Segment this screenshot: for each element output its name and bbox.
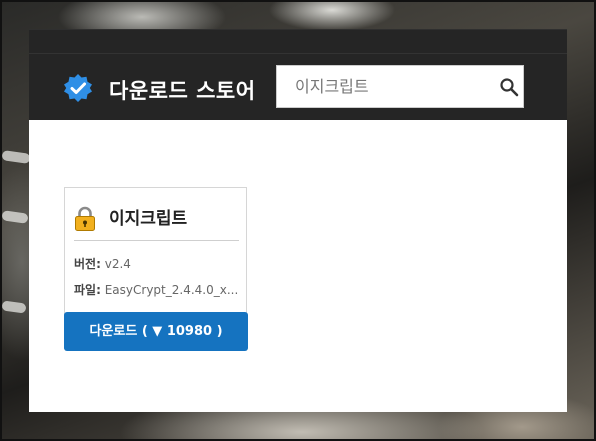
file-value: EasyCrypt_2.4.4.0_x... [104,283,239,297]
download-button[interactable]: 다운로드 ( ▼ 10980 ) [64,312,248,351]
version-value: v2.4 [104,257,131,271]
search-input[interactable] [277,66,487,107]
card-divider [74,240,239,241]
header-bar: 다운로드 스토어 [29,29,567,120]
header-divider [29,53,567,54]
store-panel: 다운로드 스토어 이지크립트 버전: v2.4 파일: EasyCrypt_2.… [29,29,567,412]
version-row: 버전: v2.4 [74,255,242,272]
version-label: 버전: [74,257,101,271]
file-row: 파일: EasyCrypt_2.4.4.0_x... [74,281,242,298]
file-label: 파일: [74,283,101,297]
lock-icon [75,206,95,231]
background-streak [1,150,31,164]
page-title: 다운로드 스토어 [109,79,256,103]
search-box [276,65,524,108]
search-icon[interactable] [499,77,519,97]
verified-badge-icon [64,74,92,102]
product-title: 이지크립트 [109,209,188,229]
background-streak [1,210,29,224]
background-streak [1,300,27,314]
